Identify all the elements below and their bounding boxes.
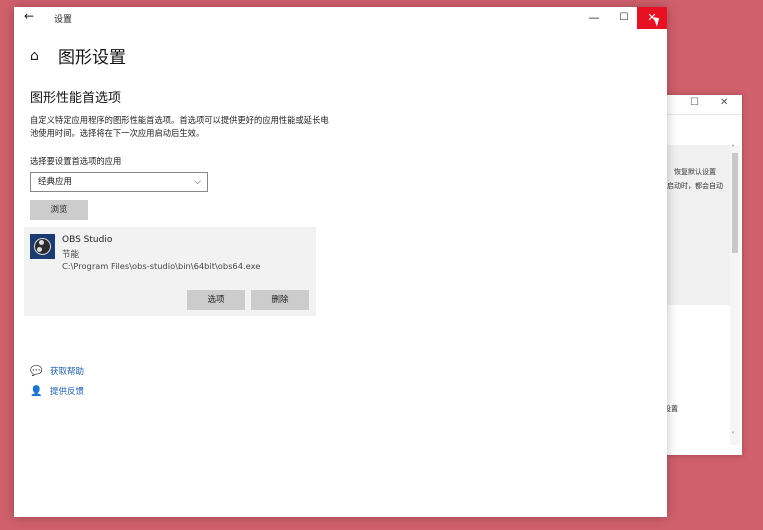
dropdown-value: 经典应用 bbox=[38, 177, 73, 187]
feedback-link[interactable]: 提供反馈 bbox=[50, 385, 84, 397]
titlebar: ← 设置 — ☐ ✕ bbox=[14, 7, 667, 29]
app-name: OBS Studio bbox=[62, 235, 113, 245]
scroll-up-icon[interactable]: ˄ bbox=[731, 144, 735, 153]
obs-logo-icon bbox=[34, 238, 51, 255]
maximize-button[interactable]: ☐ bbox=[609, 7, 639, 29]
select-app-label: 选择要设置首选项的应用 bbox=[30, 156, 122, 166]
section-title: 图形性能首选项 bbox=[30, 91, 122, 106]
app-type-dropdown[interactable]: 经典应用 ⌵ bbox=[30, 172, 208, 192]
help-chat-icon: 💬 bbox=[30, 365, 43, 377]
back-arrow-icon[interactable]: ← bbox=[24, 9, 34, 23]
background-window: ☐ ✕ 恢复默认设置 启动时，都会自动 设置 ˄ ˅ bbox=[662, 95, 742, 455]
app-path: C:\Program Files\obs-studio\bin\64bit\ob… bbox=[62, 261, 261, 271]
section-description: 自定义特定应用程序的图形性能首选项。首选项可以提供更好的应用性能或延长电池使用时… bbox=[30, 115, 329, 138]
page-title: 图形设置 bbox=[58, 48, 126, 68]
scroll-down-icon[interactable]: ˅ bbox=[731, 431, 735, 440]
get-help-link[interactable]: 获取帮助 bbox=[50, 365, 84, 377]
app-preference: 节能 bbox=[62, 250, 80, 260]
background-maximize-icon[interactable]: ☐ bbox=[690, 97, 699, 108]
background-scrollbar-thumb[interactable] bbox=[732, 153, 738, 253]
home-icon[interactable]: ⌂ bbox=[30, 48, 50, 64]
minimize-button[interactable]: — bbox=[579, 7, 609, 29]
chevron-down-icon: ⌵ bbox=[194, 177, 201, 187]
feedback-person-icon: 👤 bbox=[30, 385, 43, 397]
background-close-icon[interactable]: ✕ bbox=[720, 97, 728, 108]
feedback-link-row[interactable]: 👤 提供反馈 bbox=[30, 385, 84, 398]
page-header: ⌂ 图形设置 bbox=[30, 43, 126, 69]
window-title: 设置 bbox=[54, 15, 73, 25]
background-restore-text: 恢复默认设置 bbox=[674, 168, 716, 176]
app-list-item[interactable]: OBS Studio 节能 C:\Program Files\obs-studi… bbox=[24, 227, 316, 316]
get-help-link-row[interactable]: 💬 获取帮助 bbox=[30, 365, 84, 378]
obs-studio-icon bbox=[30, 234, 55, 259]
background-window-titlebar: ☐ ✕ bbox=[662, 95, 742, 115]
delete-button[interactable]: 删除 bbox=[251, 290, 309, 310]
background-startup-text: 启动时，都会自动 bbox=[667, 182, 723, 190]
settings-window: ← 设置 — ☐ ✕ ⌂ 图形设置 图形性能首选项 自定义特定应用程序的图形性能… bbox=[14, 7, 667, 517]
browse-button[interactable]: 浏览 bbox=[30, 200, 88, 220]
options-button[interactable]: 选项 bbox=[187, 290, 245, 310]
close-button[interactable]: ✕ bbox=[637, 7, 667, 29]
